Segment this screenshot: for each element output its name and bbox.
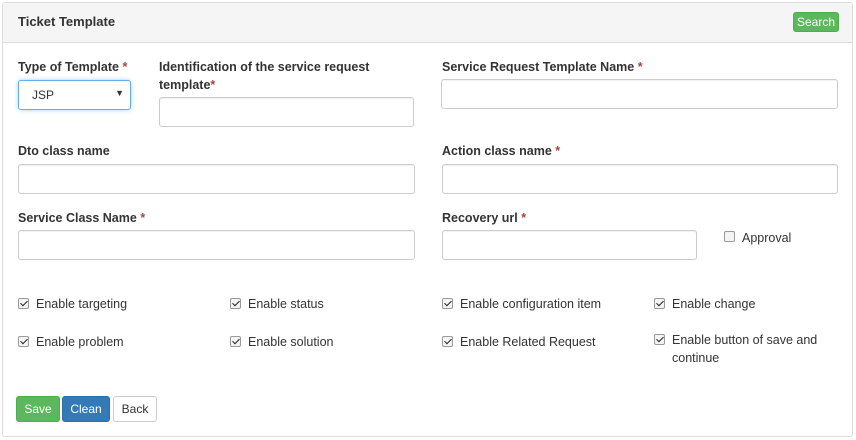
type-of-template-value: JSP — [32, 88, 55, 102]
identification-label-line2: template* — [159, 76, 215, 94]
recovery-url-label: Recovery url * — [442, 209, 526, 227]
required-mark: * — [555, 144, 561, 158]
back-button[interactable]: Back — [113, 396, 157, 422]
search-button[interactable]: Search — [793, 12, 839, 32]
recovery-url-label-text: Recovery url — [442, 211, 518, 225]
required-mark: * — [122, 60, 128, 74]
service-request-template-name-label-text: Service Request Template Name — [442, 60, 635, 74]
service-class-name-label: Service Class Name * — [18, 209, 145, 227]
enable-solution-label: Enable solution — [248, 335, 334, 349]
enable-configuration-item-checkbox[interactable] — [442, 298, 453, 309]
required-mark: * — [140, 211, 146, 225]
enable-related-request-label: Enable Related Request — [460, 335, 596, 349]
action-class-name-label: Action class name * — [442, 142, 560, 160]
enable-problem-label: Enable problem — [36, 335, 124, 349]
enable-problem-checkbox[interactable] — [18, 336, 29, 347]
enable-configuration-item-label: Enable configuration item — [460, 297, 602, 311]
dropdown-arrow-icon: ▼ — [115, 88, 124, 98]
required-mark: * — [637, 60, 643, 74]
approval-checkbox[interactable] — [724, 231, 735, 242]
action-class-name-label-text: Action class name — [442, 144, 552, 158]
enable-save-and-continue-checkbox[interactable] — [654, 334, 665, 345]
enable-targeting-label: Enable targeting — [36, 297, 128, 311]
service-request-template-name-label: Service Request Template Name * — [442, 58, 643, 76]
enable-save-and-continue-label-line2: continue — [672, 351, 720, 365]
type-of-template-label: Type of Template * — [18, 58, 127, 76]
identification-label-line1: Identification of the service request — [159, 60, 370, 74]
identification-input[interactable] — [159, 97, 414, 127]
dto-class-name-input[interactable] — [18, 164, 415, 194]
required-mark: * — [210, 78, 216, 92]
enable-save-and-continue-label-line1: Enable button of save and — [672, 333, 818, 347]
service-class-name-label-text: Service Class Name — [18, 211, 137, 225]
action-class-name-input[interactable] — [442, 164, 838, 194]
type-of-template-label-text: Type of Template — [18, 60, 119, 74]
service-class-name-input[interactable] — [18, 230, 415, 260]
service-request-template-name-input[interactable] — [441, 79, 838, 109]
panel-title: Ticket Template — [18, 14, 116, 29]
enable-targeting-checkbox[interactable] — [18, 298, 29, 309]
enable-change-checkbox[interactable] — [654, 298, 665, 309]
identification-label-line2-text: template — [159, 78, 211, 92]
clean-button[interactable]: Clean — [62, 396, 110, 422]
recovery-url-input[interactable] — [442, 230, 697, 260]
save-button[interactable]: Save — [16, 396, 60, 422]
enable-solution-checkbox[interactable] — [230, 336, 241, 347]
approval-label: Approval — [742, 231, 792, 245]
enable-status-label: Enable status — [248, 297, 324, 311]
enable-related-request-checkbox[interactable] — [442, 336, 453, 347]
required-mark: * — [521, 211, 527, 225]
panel-header: Ticket Template Search — [3, 3, 852, 43]
type-of-template-select[interactable]: JSP ▼ — [18, 80, 131, 110]
enable-change-label: Enable change — [672, 297, 756, 311]
dto-class-name-label: Dto class name — [18, 144, 110, 158]
enable-status-checkbox[interactable] — [230, 298, 241, 309]
